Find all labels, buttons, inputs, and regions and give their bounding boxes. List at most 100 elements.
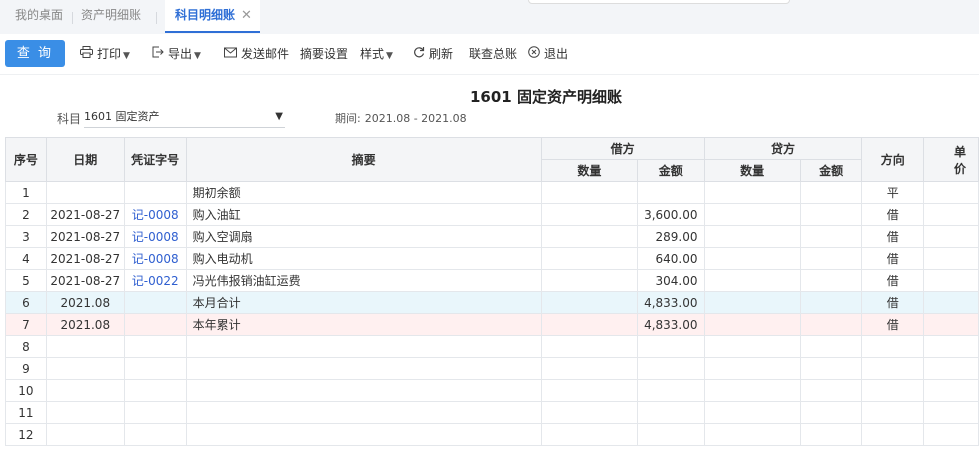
- cell-summary: [185, 335, 542, 358]
- cell-voucher: [123, 423, 187, 446]
- cell-unit-price: [923, 269, 979, 292]
- style-label: 样式: [360, 47, 385, 61]
- ledger-label: 联查总账: [469, 47, 518, 61]
- cell-debit-qty: [540, 335, 639, 358]
- table-row[interactable]: 5 2021-08-27 记-0022 冯光伟报销油缸运费 304.00 借: [5, 269, 979, 292]
- cell-direction: [861, 401, 925, 424]
- cell-debit-qty: [540, 247, 639, 270]
- cell-date: 2021-08-27: [45, 225, 125, 248]
- cell-summary: [185, 401, 542, 424]
- table-row[interactable]: 10: [5, 379, 979, 402]
- cell-credit-amount: [799, 225, 863, 248]
- table-row[interactable]: 2 2021-08-27 记-0008 购入油缸 3,600.00 借: [5, 203, 979, 226]
- cell-date: 2021.08: [45, 313, 125, 336]
- cell-debit-qty: [540, 423, 639, 446]
- top-search-box[interactable]: [528, 0, 790, 4]
- cell-summary: [185, 423, 542, 446]
- cell-direction: [861, 357, 925, 380]
- tab-separator: [72, 12, 73, 24]
- cell-debit-amount: 4,833.00: [637, 313, 705, 336]
- cell-voucher: [123, 181, 187, 204]
- cell-unit-price: [923, 379, 979, 402]
- ledger-link-button[interactable]: 联查总账: [469, 44, 517, 64]
- cell-direction: 借: [861, 291, 925, 314]
- cell-summary: 冯光伟报销油缸运费: [185, 269, 542, 292]
- cell-debit-amount: [637, 181, 705, 204]
- cell-credit-amount: [799, 423, 863, 446]
- header-seq: 序号: [5, 137, 47, 182]
- close-icon[interactable]: ✕: [241, 8, 252, 23]
- cell-voucher[interactable]: 记-0008: [123, 247, 187, 270]
- cell-credit-qty: [703, 335, 801, 358]
- tab-subject-ledger[interactable]: 科目明细账 ✕: [165, 0, 260, 33]
- print-button[interactable]: 打印 ▼: [80, 44, 130, 64]
- summary-settings-button[interactable]: 摘要设置: [300, 44, 348, 64]
- cell-date: [45, 335, 125, 358]
- table-row[interactable]: 6 2021.08 本月合计 4,833.00 借: [5, 291, 979, 314]
- cell-debit-qty: [540, 313, 639, 336]
- table-row[interactable]: 7 2021.08 本年累计 4,833.00 借: [5, 313, 979, 336]
- summary-settings-label: 摘要设置: [300, 47, 349, 61]
- subject-select[interactable]: 1601 固定资产 ▼: [84, 107, 285, 128]
- cell-date: 2021.08: [45, 291, 125, 314]
- chevron-down-icon: ▼: [275, 111, 283, 122]
- cell-voucher[interactable]: 记-0008: [123, 225, 187, 248]
- cell-direction: [861, 423, 925, 446]
- table-row[interactable]: 9: [5, 357, 979, 380]
- cell-credit-amount: [799, 335, 863, 358]
- query-button[interactable]: 查 询: [5, 40, 65, 67]
- exit-icon: [528, 45, 540, 65]
- header-voucher: 凭证字号: [123, 137, 187, 182]
- cell-seq: 11: [5, 401, 47, 424]
- refresh-label: 刷新: [429, 47, 454, 61]
- cell-debit-qty: [540, 225, 639, 248]
- table-row[interactable]: 12: [5, 423, 979, 446]
- table-row[interactable]: 11: [5, 401, 979, 424]
- cell-credit-amount: [799, 379, 863, 402]
- cell-unit-price: [923, 181, 979, 204]
- export-label: 导出: [168, 47, 193, 61]
- cell-voucher[interactable]: 记-0022: [123, 269, 187, 292]
- table-row[interactable]: 8: [5, 335, 979, 358]
- send-mail-button[interactable]: 发送邮件: [224, 44, 289, 64]
- cell-debit-qty: [540, 401, 639, 424]
- cell-voucher: [123, 313, 187, 336]
- exit-button[interactable]: 退出: [528, 44, 568, 64]
- cell-summary: 购入电动机: [185, 247, 542, 270]
- export-button[interactable]: 导出 ▼: [152, 44, 201, 64]
- cell-unit-price: [923, 357, 979, 380]
- cell-seq: 12: [5, 423, 47, 446]
- cell-voucher[interactable]: 记-0008: [123, 203, 187, 226]
- tab-my-desktop[interactable]: 我的桌面: [15, 0, 63, 34]
- cell-credit-qty: [703, 247, 801, 270]
- mail-icon: [224, 45, 237, 65]
- cell-credit-amount: [799, 357, 863, 380]
- tab-asset-ledger[interactable]: 资产明细账: [81, 0, 141, 34]
- table-row[interactable]: 4 2021-08-27 记-0008 购入电动机 640.00 借: [5, 247, 979, 270]
- cell-date: [45, 423, 125, 446]
- tab-bar: 我的桌面 资产明细账 科目明细账 ✕: [0, 0, 979, 35]
- cell-unit-price: [923, 335, 979, 358]
- chevron-down-icon: ▼: [194, 51, 201, 61]
- cell-debit-amount: 4,833.00: [637, 291, 705, 314]
- cell-voucher: [123, 335, 187, 358]
- cell-credit-amount: [799, 247, 863, 270]
- table-row[interactable]: 3 2021-08-27 记-0008 购入空调扇 289.00 借: [5, 225, 979, 248]
- cell-credit-qty: [703, 225, 801, 248]
- cell-voucher: [123, 401, 187, 424]
- cell-debit-amount: [637, 401, 705, 424]
- cell-direction: 借: [861, 313, 925, 336]
- cell-credit-amount: [799, 291, 863, 314]
- cell-summary: 本年累计: [185, 313, 542, 336]
- style-button[interactable]: 样式 ▼: [360, 44, 393, 64]
- cell-summary: 期初余额: [185, 181, 542, 204]
- toolbar: 查 询 打印 ▼ 导出 ▼ 发送邮件 摘要设置 样式 ▼ 刷新 联查总账 退出: [0, 34, 979, 75]
- refresh-button[interactable]: 刷新: [413, 44, 453, 64]
- period-filter: 期间: 2021.08 - 2021.08: [335, 110, 467, 126]
- table-row[interactable]: 1 期初余额 平: [5, 181, 979, 204]
- header-credit-qty: 数量: [703, 159, 801, 182]
- cell-date: 2021-08-27: [45, 247, 125, 270]
- header-credit-amount: 金额: [799, 159, 863, 182]
- cell-direction: 平: [861, 181, 925, 204]
- cell-direction: 借: [861, 225, 925, 248]
